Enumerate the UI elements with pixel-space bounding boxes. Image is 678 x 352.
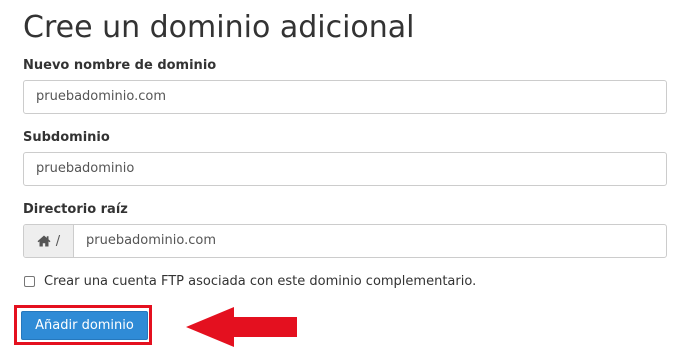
root-directory-prefix: / (24, 225, 74, 257)
ftp-account-label: Crear una cuenta FTP asociada con este d… (44, 274, 477, 289)
ftp-account-checkbox[interactable] (24, 276, 35, 287)
subdomain-label: Subdominio (23, 130, 110, 145)
page-title: Cree un dominio adicional (23, 10, 415, 45)
add-domain-button[interactable]: Añadir dominio (21, 311, 148, 340)
new-domain-label: Nuevo nombre de dominio (23, 58, 217, 73)
home-icon (37, 235, 51, 247)
root-directory-label: Directorio raíz (23, 202, 128, 217)
root-directory-input[interactable]: pruebadominio.com (74, 225, 666, 257)
left-arrow-icon (186, 307, 297, 347)
subdomain-input[interactable]: pruebadominio (23, 152, 667, 186)
ftp-option: Crear una cuenta FTP asociada con este d… (24, 274, 476, 289)
root-directory-group: / pruebadominio.com (23, 224, 667, 258)
root-path-slash: / (55, 233, 61, 249)
new-domain-input[interactable]: pruebadominio.com (23, 80, 667, 114)
add-domain-form: Cree un dominio adicional Nuevo nombre d… (0, 0, 678, 352)
